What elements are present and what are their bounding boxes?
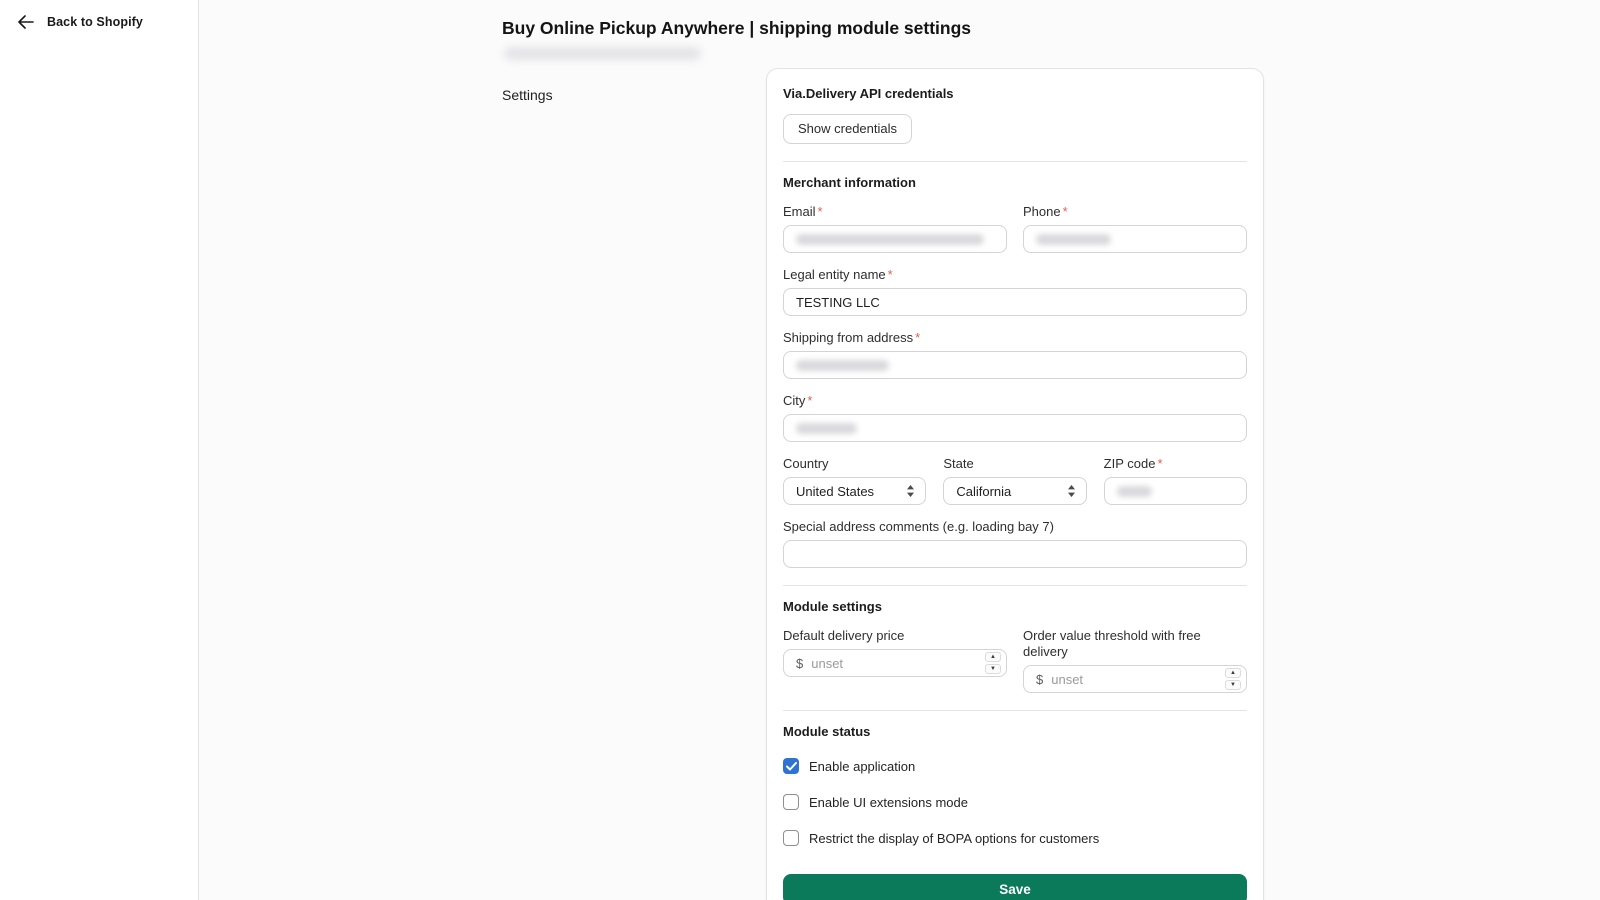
city-label: City * bbox=[783, 393, 813, 408]
legal-entity-name-label: Legal entity name * bbox=[783, 267, 893, 282]
enable-ui-extensions-checkbox[interactable]: Enable UI extensions mode bbox=[783, 794, 1247, 810]
zip-code-label: ZIP code * bbox=[1103, 456, 1163, 471]
country-label: Country bbox=[783, 456, 829, 471]
state-label: State bbox=[943, 456, 974, 471]
email-input[interactable] bbox=[783, 225, 1007, 253]
currency-prefix: $ bbox=[796, 655, 804, 671]
redacted-value bbox=[796, 359, 889, 371]
redacted-value bbox=[796, 233, 984, 245]
email-label: Email * bbox=[783, 204, 823, 219]
special-address-comments-label: Special address comments (e.g. loading b… bbox=[783, 519, 1054, 534]
merchant-information-title: Merchant information bbox=[783, 175, 916, 190]
state-selected-value: California bbox=[956, 483, 1012, 499]
checkbox-label: Enable UI extensions mode bbox=[809, 794, 968, 810]
select-arrows-icon bbox=[1067, 484, 1076, 498]
save-button[interactable]: Save bbox=[783, 874, 1247, 900]
divider bbox=[783, 710, 1247, 711]
zip-code-input[interactable] bbox=[1103, 477, 1247, 505]
back-label: Back to Shopify bbox=[47, 15, 143, 29]
number-stepper[interactable]: ▲ ▼ bbox=[1225, 668, 1241, 690]
special-address-comments-input[interactable] bbox=[783, 540, 1247, 568]
default-delivery-price-input[interactable]: $ unset ▲ ▼ bbox=[783, 649, 1007, 677]
stepper-up-button[interactable]: ▲ bbox=[1225, 668, 1241, 678]
legal-entity-name-input[interactable] bbox=[783, 288, 1247, 316]
redacted-value bbox=[1116, 485, 1152, 497]
select-arrows-icon bbox=[906, 484, 915, 498]
checkbox-icon bbox=[783, 758, 799, 774]
store-url-redacted bbox=[504, 47, 701, 60]
module-settings-title: Module settings bbox=[783, 599, 882, 614]
back-arrow-icon bbox=[17, 15, 34, 29]
module-status-title: Module status bbox=[783, 724, 871, 739]
state-select[interactable]: California bbox=[943, 477, 1087, 505]
settings-card: Via.Delivery API credentials Show creden… bbox=[766, 68, 1264, 900]
required-asterisk: * bbox=[1157, 456, 1163, 471]
default-delivery-price-label: Default delivery price bbox=[783, 628, 905, 643]
sidebar: Back to Shopify bbox=[0, 0, 199, 900]
placeholder-text: unset bbox=[811, 655, 844, 671]
number-stepper[interactable]: ▲ ▼ bbox=[985, 652, 1001, 674]
city-input[interactable] bbox=[783, 414, 1247, 442]
placeholder-text: unset bbox=[1051, 671, 1084, 687]
show-credentials-button[interactable]: Show credentials bbox=[783, 114, 912, 144]
checkbox-icon bbox=[783, 794, 799, 810]
currency-prefix: $ bbox=[1036, 671, 1044, 687]
required-asterisk: * bbox=[817, 204, 823, 219]
order-threshold-input[interactable]: $ unset ▲ ▼ bbox=[1023, 665, 1247, 693]
phone-label: Phone * bbox=[1023, 204, 1068, 219]
redacted-value bbox=[796, 422, 857, 434]
required-asterisk: * bbox=[915, 330, 921, 345]
stepper-down-button[interactable]: ▼ bbox=[985, 664, 1001, 674]
enable-application-checkbox[interactable]: Enable application bbox=[783, 758, 1247, 774]
shipping-from-address-input[interactable] bbox=[783, 351, 1247, 379]
sidebar-item-settings[interactable]: Settings bbox=[502, 87, 553, 103]
required-asterisk: * bbox=[887, 267, 893, 282]
restrict-bopa-options-checkbox[interactable]: Restrict the display of BOPA options for… bbox=[783, 830, 1247, 846]
divider bbox=[783, 161, 1247, 162]
back-to-shopify-link[interactable]: Back to Shopify bbox=[0, 0, 198, 41]
required-asterisk: * bbox=[807, 393, 813, 408]
main-area: Buy Online Pickup Anywhere | shipping mo… bbox=[200, 0, 1600, 900]
redacted-value bbox=[1036, 233, 1111, 245]
phone-input[interactable] bbox=[1023, 225, 1247, 253]
checkbox-label: Restrict the display of BOPA options for… bbox=[809, 830, 1100, 846]
required-asterisk: * bbox=[1062, 204, 1068, 219]
stepper-up-button[interactable]: ▲ bbox=[985, 652, 1001, 662]
country-select[interactable]: United States bbox=[783, 477, 927, 505]
divider bbox=[783, 585, 1247, 586]
checkbox-label: Enable application bbox=[809, 758, 916, 774]
country-selected-value: United States bbox=[796, 483, 875, 499]
api-credentials-title: Via.Delivery API credentials bbox=[783, 86, 954, 101]
shipping-from-address-label: Shipping from address * bbox=[783, 330, 921, 345]
page-title: Buy Online Pickup Anywhere | shipping mo… bbox=[502, 18, 972, 38]
checkbox-icon bbox=[783, 830, 799, 846]
stepper-down-button[interactable]: ▼ bbox=[1225, 680, 1241, 690]
order-threshold-label: Order value threshold with free delivery bbox=[1023, 628, 1201, 659]
